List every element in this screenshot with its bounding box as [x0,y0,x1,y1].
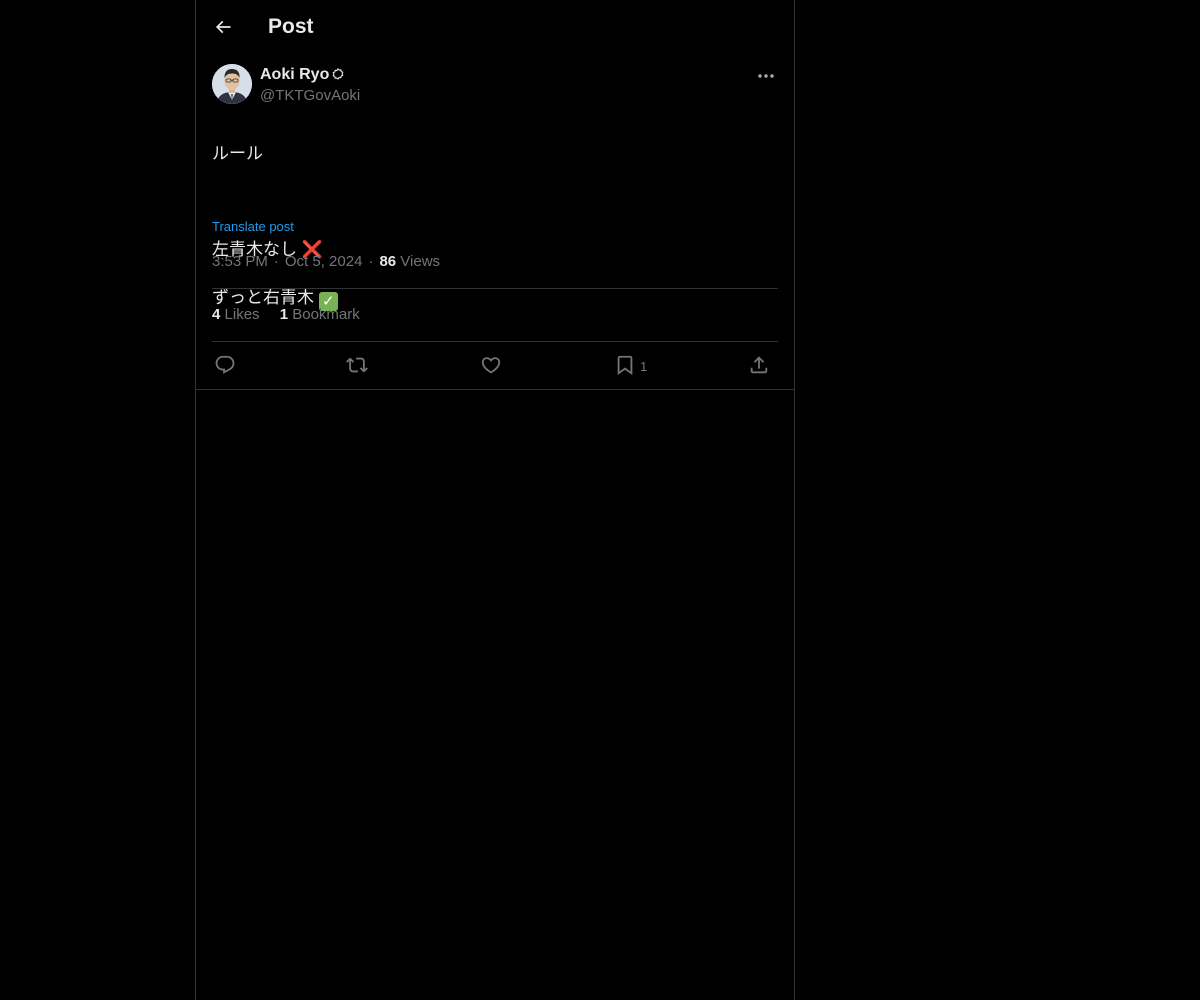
author-row: Aoki Ryo @TKTGovAoki [212,64,778,108]
repost-button[interactable] [346,350,368,380]
bookmarks-stat[interactable]: 1 Bookmark [280,306,360,323]
author-name-block: Aoki Ryo @TKTGovAoki [260,64,360,106]
bookmark-button[interactable]: 1 [614,350,647,380]
post-actions: 1 [212,350,778,380]
author-handle[interactable]: @TKTGovAoki [260,86,360,106]
more-options-button[interactable] [754,66,778,86]
post-text: ルール 左青木なし ❌ ずっと右青木 ✓ [212,118,778,335]
divider [212,288,778,289]
bookmark-icon [617,355,633,376]
post-meta: 3:53 PM · Oct 5, 2024 · 86 Views [212,253,441,270]
back-button[interactable] [208,12,238,42]
page-title: Post [268,15,314,38]
post-stats: 4 Likes 1 Bookmark [212,305,376,325]
post-time[interactable]: 3:53 PM [212,253,268,270]
author-display-name[interactable]: Aoki Ryo [260,64,329,86]
likes-stat[interactable]: 4 Likes [212,306,260,323]
bookmark-count: 1 [640,359,648,374]
divider [196,389,794,390]
share-button[interactable] [748,350,770,380]
arrow-left-icon [215,20,231,34]
divider [212,341,778,342]
avatar-image [212,64,252,104]
like-button[interactable] [480,350,502,380]
verified-badge-icon [332,67,344,85]
more-icon [758,74,774,78]
post-date[interactable]: Oct 5, 2024 [285,253,363,270]
share-icon [750,356,768,374]
post-text-line: ルール [212,144,263,163]
reply-button[interactable] [214,350,236,380]
avatar[interactable] [212,64,252,104]
heart-icon [481,357,501,374]
repost-icon [346,357,368,373]
views-label: Views [400,253,441,270]
post-column: Post Aoki Ryo @TKTGovAoki ルール 左青木なし ❌ ずっ… [195,0,795,1000]
views-count: 86 [379,253,397,270]
translate-post-link[interactable]: Translate post [212,218,294,236]
reply-icon [215,355,235,374]
post-header: Post [196,0,794,54]
